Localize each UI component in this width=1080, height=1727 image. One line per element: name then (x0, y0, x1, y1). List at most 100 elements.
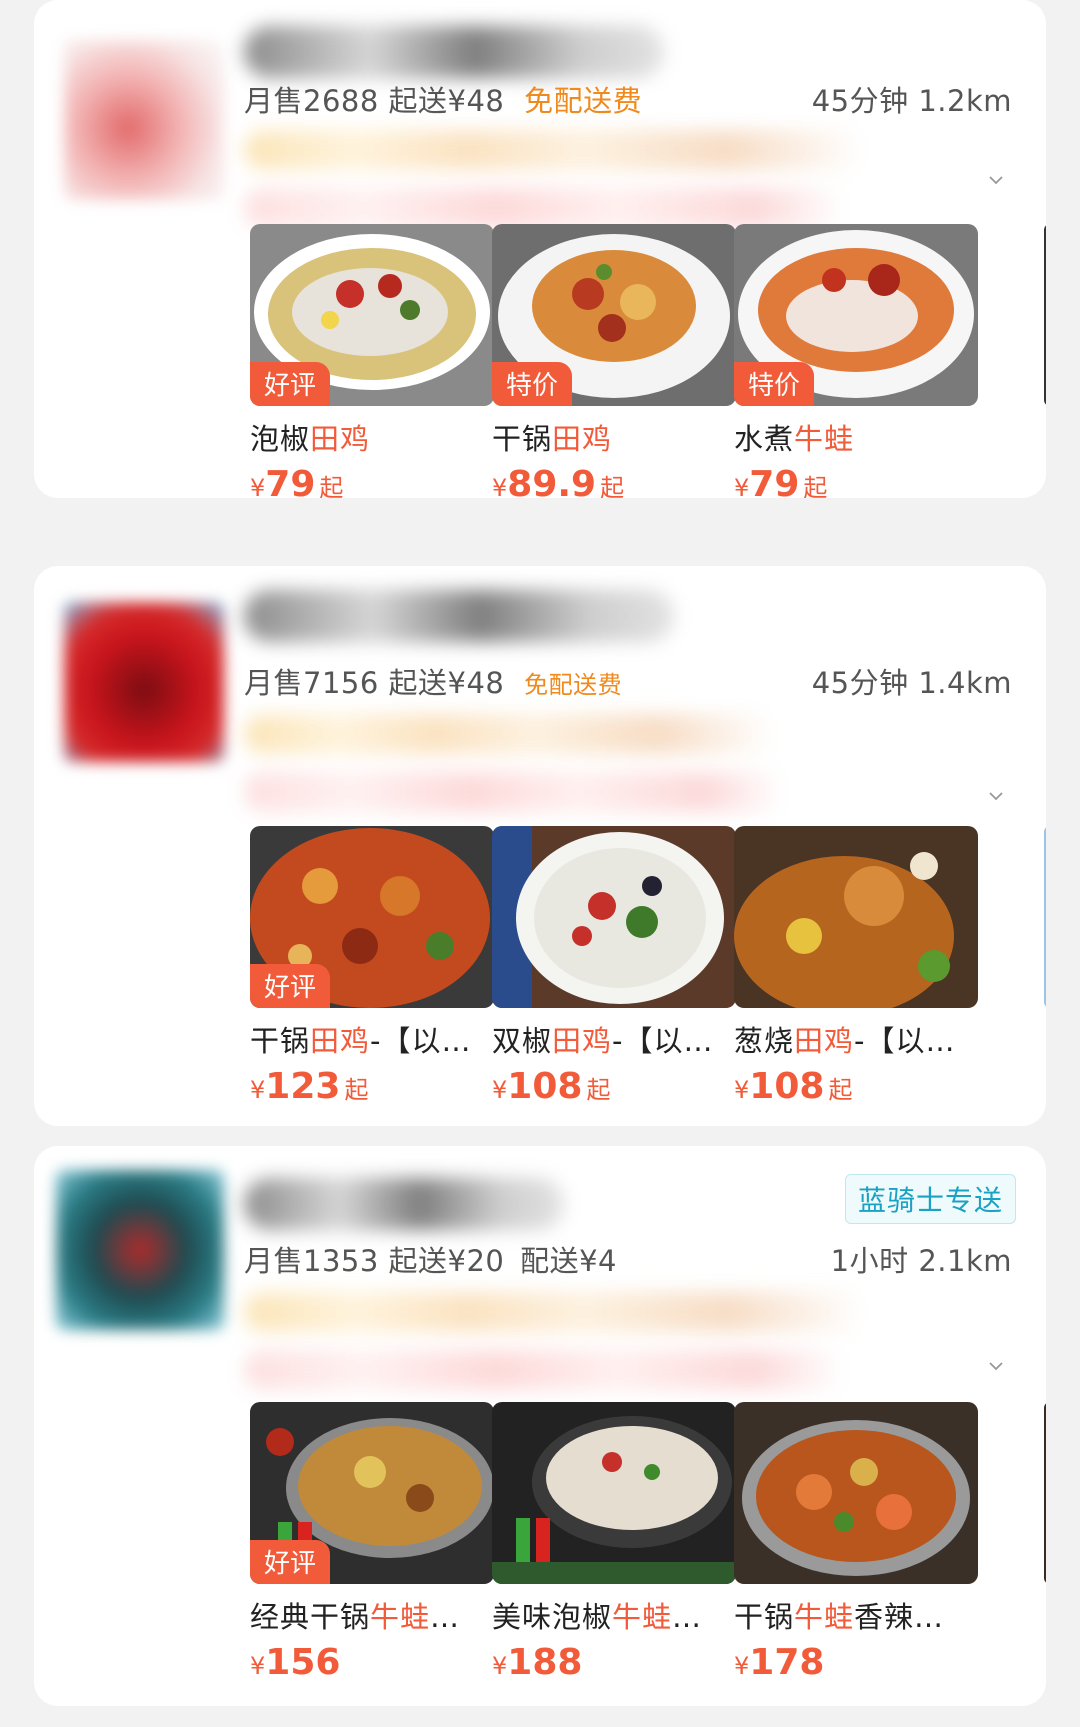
dish-name-prefix: 泡椒 (250, 422, 311, 456)
store-card[interactable]: 月售7156 起送¥48 免配送费 45分钟 1.4km 好评 干锅田鸡-【以…… (34, 566, 1046, 1126)
dish-image: 特价 (734, 224, 978, 406)
dish-name-highlight: 田鸡 (552, 422, 613, 456)
price-from: 起 (586, 1076, 611, 1104)
time-distance: 1小时 2.1km (830, 1244, 1012, 1278)
currency-symbol: ¥ (734, 1076, 750, 1104)
dish-price: ¥188 (492, 1642, 736, 1683)
dish-tag: 特价 (492, 362, 573, 406)
dish-card[interactable]: 好评 泡椒田鸡 ¥79 起 (250, 224, 494, 498)
promo-tags-blurred (244, 714, 774, 754)
dish-name: 经典干锅牛蛙… (250, 1594, 494, 1636)
store-logo (64, 602, 224, 762)
next-dish-peek (1044, 224, 1046, 406)
price-value: 89.9 (507, 464, 597, 498)
dish-name-prefix: 干锅 (734, 1600, 795, 1634)
store-meta: 月售1353 起送¥20 配送¥4 (244, 1238, 617, 1280)
dish-image: 特价 (492, 224, 736, 406)
promo-tags-blurred (244, 130, 864, 170)
currency-symbol: ¥ (734, 1652, 750, 1680)
next-dish-peek (1044, 1402, 1046, 1584)
dish-name-prefix: 水煮 (734, 422, 795, 456)
store-name-blurred (244, 1178, 564, 1230)
promo-tags-blurred (244, 1292, 864, 1332)
currency-symbol: ¥ (734, 474, 750, 498)
dish-name-suffix: … (430, 1600, 461, 1634)
dish-name: 干锅田鸡 (492, 416, 736, 458)
dish-carousel[interactable]: 好评 泡椒田鸡 ¥79 起 特价 干锅田鸡 ¥89.9 起 特价 水煮牛蛙 ¥7… (238, 224, 1046, 498)
dish-price: ¥108 起 (734, 1066, 978, 1107)
dish-name-suffix: 香辣… (854, 1600, 945, 1634)
min-order: 起送¥48 (388, 84, 505, 118)
dish-name-suffix: -【以… (370, 1024, 472, 1058)
dish-name-prefix: 经典干锅 (250, 1600, 371, 1634)
dish-carousel[interactable]: 好评 干锅田鸡-【以… ¥123 起 双椒田鸡-【以… ¥108 起 葱烧田鸡-… (238, 826, 1046, 1107)
dish-name: 干锅牛蛙香辣… (734, 1594, 978, 1636)
currency-symbol: ¥ (250, 474, 266, 498)
dish-card[interactable]: 美味泡椒牛蛙… ¥188 (492, 1402, 736, 1683)
dish-image (734, 826, 978, 1008)
dish-image: 好评 (250, 224, 494, 406)
dish-name: 干锅田鸡-【以… (250, 1018, 494, 1060)
dish-card[interactable]: 好评 干锅田鸡-【以… ¥123 起 (250, 826, 494, 1107)
chevron-down-icon[interactable] (988, 788, 1004, 804)
dish-price: ¥123 起 (250, 1066, 494, 1107)
price-from: 起 (828, 1076, 853, 1104)
dish-image (492, 826, 736, 1008)
dish-price: ¥79 起 (250, 464, 494, 498)
dish-name: 葱烧田鸡-【以… (734, 1018, 978, 1060)
dish-carousel[interactable]: 好评 经典干锅牛蛙… ¥156 美味泡椒牛蛙… ¥188 干锅牛蛙香辣… ¥17… (238, 1402, 1046, 1683)
dish-image (492, 1402, 736, 1584)
dish-name-highlight: 田鸡 (310, 1024, 371, 1058)
delivery-fee: 配送¥4 (520, 1244, 618, 1278)
dish-name: 美味泡椒牛蛙… (492, 1594, 736, 1636)
dish-card[interactable]: 好评 经典干锅牛蛙… ¥156 (250, 1402, 494, 1683)
delivery-fee: 免配送费 (524, 671, 623, 699)
price-from: 起 (319, 474, 344, 498)
store-card[interactable]: 月售2688 起送¥48 免配送费 45分钟 1.2km 好评 泡椒田鸡 ¥79… (34, 0, 1046, 498)
store-logo (56, 1170, 224, 1330)
price-value: 79 (265, 464, 316, 498)
dish-name-highlight: 牛蛙 (370, 1600, 431, 1634)
price-value: 123 (265, 1066, 341, 1107)
dish-tag: 好评 (250, 1540, 331, 1584)
dish-card[interactable]: 双椒田鸡-【以… ¥108 起 (492, 826, 736, 1107)
delivery-fee: 免配送费 (524, 84, 643, 118)
chevron-down-icon[interactable] (988, 172, 1004, 188)
min-order: 起送¥20 (388, 1244, 505, 1278)
dish-name-suffix: -【以… (612, 1024, 714, 1058)
min-order: 起送¥48 (388, 666, 505, 700)
store-name-blurred (244, 590, 674, 642)
time-distance: 45分钟 1.4km (811, 666, 1012, 700)
dish-name-prefix: 干锅 (492, 422, 553, 456)
monthly-sales: 月售2688 (244, 84, 379, 118)
rider-badge: 蓝骑士专送 (844, 1174, 1016, 1224)
chevron-down-icon[interactable] (988, 1358, 1004, 1374)
dish-price: ¥156 (250, 1642, 494, 1683)
store-card[interactable]: 蓝骑士专送 月售1353 起送¥20 配送¥4 1小时 2.1km 好评 经典干… (34, 1146, 1046, 1706)
store-logo (64, 40, 224, 200)
discount-tags-blurred (244, 772, 784, 812)
dish-tag: 特价 (734, 362, 815, 406)
dish-image (734, 1402, 978, 1584)
store-meta: 月售7156 起送¥48 免配送费 (244, 660, 622, 702)
dish-card[interactable]: 葱烧田鸡-【以… ¥108 起 (734, 826, 978, 1107)
store-meta: 月售2688 起送¥48 免配送费 (244, 78, 642, 120)
dish-name-suffix: -【以… (854, 1024, 956, 1058)
dish-image: 好评 (250, 826, 494, 1008)
dish-price: ¥108 起 (492, 1066, 736, 1107)
dish-card[interactable]: 特价 水煮牛蛙 ¥79 起 (734, 224, 978, 498)
dish-name: 泡椒田鸡 (250, 416, 494, 458)
dish-card[interactable]: 特价 干锅田鸡 ¥89.9 起 (492, 224, 736, 498)
dish-name-highlight: 牛蛙 (612, 1600, 673, 1634)
dish-card[interactable]: 干锅牛蛙香辣… ¥178 (734, 1402, 978, 1683)
price-value: 108 (749, 1066, 825, 1107)
monthly-sales: 月售1353 (244, 1244, 379, 1278)
dish-name-highlight: 牛蛙 (794, 1600, 855, 1634)
price-from: 起 (803, 474, 828, 498)
dish-tag: 好评 (250, 362, 331, 406)
price-value: 178 (749, 1642, 825, 1683)
price-value: 156 (265, 1642, 341, 1683)
next-dish-peek (1044, 826, 1046, 1008)
dish-name: 水煮牛蛙 (734, 416, 978, 458)
time-distance: 45分钟 1.2km (811, 84, 1012, 118)
